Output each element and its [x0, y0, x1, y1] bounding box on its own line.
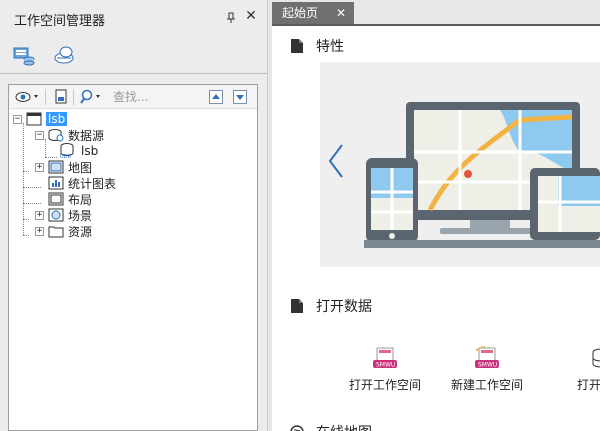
scene-icon: [48, 208, 64, 222]
open-workspace-icon: SMWU: [373, 347, 397, 369]
scene-cloud-icon[interactable]: [52, 44, 76, 66]
panel-title: 工作空间管理器: [14, 14, 106, 29]
map-icon: [48, 160, 64, 174]
section-title: 打开数据: [316, 299, 372, 315]
document-icon: [291, 299, 303, 313]
document-icon: [291, 39, 303, 53]
features-section-header: 特性: [290, 36, 344, 56]
folder-icon: [48, 226, 64, 238]
devices-illustration: [364, 102, 600, 248]
workspace-icon: [26, 112, 42, 126]
open-workspace-button[interactable]: SMWU 打开工作空间: [340, 346, 430, 393]
start-page-content: 特性 打开数据 SMWU 打开工作空间 SMWU 新建工作空间 打开: [272, 24, 600, 431]
action-label: 打开数: [576, 378, 600, 392]
tree-node-scenes[interactable]: + 场景: [35, 207, 92, 223]
workspace-tree-container: − lsb − 数据源 UDB lsb + 地图: [8, 84, 258, 431]
previous-result-button[interactable]: [209, 90, 223, 104]
close-tab-icon[interactable]: ✕: [336, 2, 346, 24]
start-page-area: 起始页 ✕ 特性 打开数据 SMWU 打开工作空间 SMWU 新建工作空间 打开: [272, 0, 600, 431]
svg-text:SMWU: SMWU: [478, 362, 497, 369]
properties-icon[interactable]: [53, 89, 69, 105]
collapse-toggle[interactable]: −: [13, 114, 22, 124]
tree-node-resources[interactable]: + 资源: [35, 223, 92, 239]
tree-node-label: lsb: [81, 144, 99, 158]
tree-node-label: lsb: [46, 112, 68, 126]
tree-node-label: 场景: [68, 208, 93, 223]
open-datasource-icon: [592, 348, 600, 368]
tab-divider: [0, 73, 267, 74]
expand-toggle[interactable]: +: [35, 210, 44, 220]
open-data-button[interactable]: 打开数: [544, 346, 600, 393]
pin-icon[interactable]: [226, 12, 238, 26]
tree-node-maps[interactable]: + 地图: [35, 159, 92, 175]
tree-node-label: 统计图表: [68, 176, 117, 191]
feature-carousel: [320, 62, 600, 267]
tree-toolbar: [9, 85, 257, 109]
udb-datasource-icon: UDB: [60, 143, 74, 159]
layout-icon: [48, 192, 64, 206]
expand-toggle[interactable]: +: [35, 226, 44, 236]
action-label: 打开工作空间: [348, 378, 421, 392]
new-workspace-button[interactable]: SMWU 新建工作空间: [442, 346, 532, 393]
view-toggle-button[interactable]: [15, 89, 41, 105]
new-workspace-icon: SMWU: [475, 346, 499, 369]
tree-node-label: 数据源: [68, 128, 105, 143]
search-icon[interactable]: [79, 89, 105, 105]
tree-node-root[interactable]: − lsb: [13, 111, 68, 127]
tab-start-page[interactable]: 起始页 ✕: [272, 2, 354, 24]
tree-node-label: 地图: [68, 160, 93, 175]
toolbar-separator: [45, 89, 46, 105]
tree-node-label: 布局: [68, 192, 93, 207]
action-label: 新建工作空间: [450, 378, 523, 392]
workspace-manager-panel: 工作空间管理器 ✕ 查找... − lsb − 数据源 UDB lsb + 地图…: [0, 0, 268, 431]
search-input[interactable]: [113, 88, 201, 106]
tab-label: 起始页: [282, 6, 319, 20]
tree-node-layouts[interactable]: 布局: [48, 191, 92, 207]
section-title: 特性: [316, 39, 344, 55]
online-map-section-header: 在线地图: [290, 422, 372, 431]
toolbar-separator: [73, 89, 74, 105]
next-result-button[interactable]: [233, 90, 247, 104]
expand-toggle[interactable]: +: [35, 162, 44, 172]
close-panel-button[interactable]: ✕: [244, 8, 258, 24]
workspace-tree-icon[interactable]: [12, 44, 36, 66]
section-title: 在线地图: [316, 422, 372, 431]
tree-node-label: 资源: [68, 224, 93, 239]
collapse-toggle[interactable]: −: [35, 130, 44, 140]
chart-icon: [48, 176, 64, 190]
tree-node-datasources[interactable]: − 数据源: [35, 127, 104, 143]
datasource-folder-icon: [48, 129, 64, 142]
open-data-section-header: 打开数据: [290, 296, 372, 316]
globe-icon: [290, 425, 304, 431]
tree-node-datasource-lsb[interactable]: UDB lsb: [59, 143, 98, 159]
document-tab-bar: 起始页 ✕: [272, 0, 600, 24]
svg-text:SMWU: SMWU: [376, 362, 395, 369]
tree-node-charts[interactable]: 统计图表: [48, 175, 116, 191]
